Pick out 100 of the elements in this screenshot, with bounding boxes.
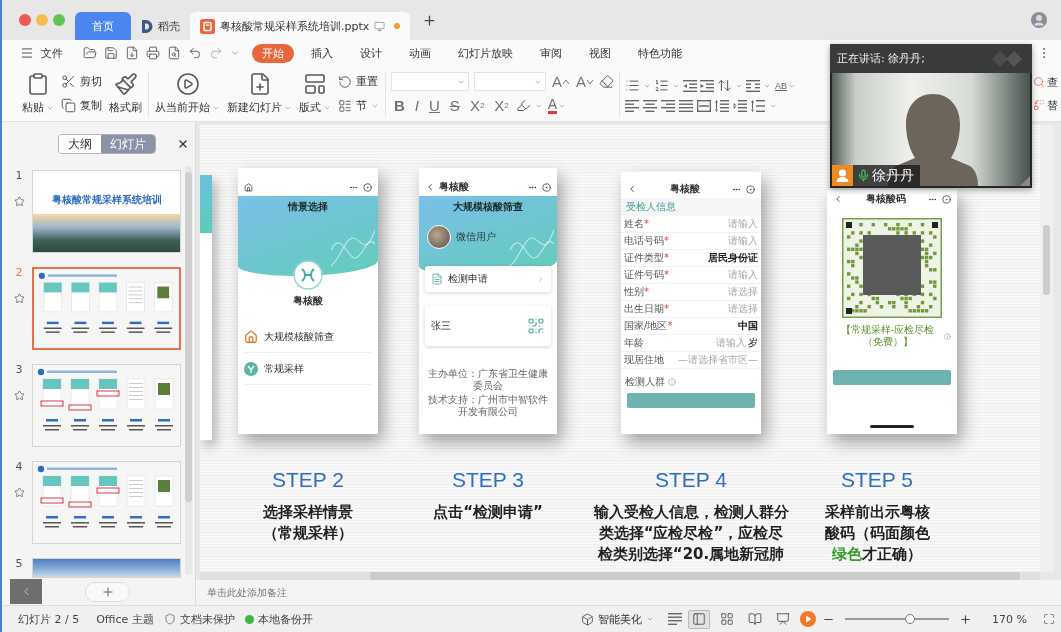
backup-status[interactable]: 本地备份开 [257,611,313,627]
person-card[interactable]: 张三 [425,306,551,346]
printer-icon[interactable] [146,46,160,60]
eraser-icon[interactable] [599,74,615,89]
font-size-field[interactable] [474,72,546,91]
shrink-font-button[interactable]: A [575,71,595,92]
column-layout-icon[interactable] [746,79,761,92]
file-search-icon[interactable] [167,46,181,60]
scene-option[interactable]: 常规采样 [244,353,372,385]
target-icon[interactable] [746,184,755,194]
footer-text: 技术支持：广州市中智软件开发有限公司 [427,394,549,418]
font-color-button[interactable]: A [546,95,568,116]
ribbon-tab[interactable]: 特色功能 [628,43,692,63]
undo-icon[interactable] [188,46,202,60]
vertical-scrollbar[interactable] [185,166,192,575]
user-name: 微信用户 [456,231,496,243]
home-tab[interactable]: 首页 [75,12,131,40]
line-height-icon[interactable] [751,99,766,112]
monitor-icon [374,20,386,32]
align-center-icon[interactable] [643,99,658,112]
find-button[interactable]: 查 [1033,74,1061,90]
decrease-indent-icon[interactable] [683,79,698,92]
target-icon[interactable] [542,182,551,192]
align-left-icon[interactable] [625,99,640,112]
target-icon[interactable] [942,194,951,204]
action-card[interactable]: 检测申请 [425,266,551,292]
play-icon[interactable] [800,611,817,627]
back-icon[interactable] [425,182,435,192]
file-download-icon[interactable] [125,46,139,60]
file-menu[interactable]: 文件 [20,45,63,61]
slide-thumbnail[interactable]: 粤核酸常规采样系统培训 [32,170,181,253]
strikethrough-button[interactable]: S [446,95,463,116]
ribbon-tab[interactable]: 动画 [399,43,441,63]
play-from-current-button[interactable]: 从当前开始 [154,72,221,115]
folder-icon[interactable] [83,46,97,60]
ribbon-tab[interactable]: 设计 [350,43,392,63]
section-button[interactable]: 节 [337,95,380,116]
close-icon[interactable] [177,138,189,150]
zoom-in-icon[interactable] [959,612,973,626]
replace-button[interactable]: 替 [1033,97,1061,113]
align-right-icon[interactable] [661,99,676,112]
highlighter-icon[interactable] [515,98,531,113]
back-icon[interactable] [833,194,843,204]
bullet-list-icon[interactable] [625,78,641,93]
bold-button[interactable]: B [391,95,408,116]
layout-button[interactable]: 版式 [298,72,332,115]
add-slide-button[interactable] [85,581,130,602]
numbered-list-icon[interactable] [654,78,670,93]
up-down-arrow-icon[interactable] [717,78,733,93]
vertical-scrollbar[interactable] [1040,125,1053,572]
distributed-icon[interactable] [697,99,712,112]
cut-button[interactable]: 剪切 [60,71,103,92]
zoom-slider-thumb[interactable] [904,614,915,624]
unit-label: 岁 [748,337,758,349]
document-tab[interactable]: 粤核酸常规采样系统培训.pptx [190,12,411,40]
user-avatar-icon[interactable] [1031,12,1047,28]
ribbon-tab[interactable]: 插入 [301,43,343,63]
video-call-window[interactable]: 正在讲话: 徐丹丹; 徐丹丹 [830,44,1032,188]
target-icon[interactable] [363,182,372,192]
notes-icon[interactable] [668,613,683,625]
reset-button[interactable]: 重置 [337,71,380,92]
grow-font-button[interactable]: A [551,71,570,92]
format-painter-button[interactable]: 格式刷 [108,72,143,115]
file-icon [200,18,215,34]
paste-button[interactable]: 粘贴 [21,72,55,115]
input-field[interactable]: 中国 [738,320,758,332]
copy-button[interactable]: 复制 [60,95,103,116]
resize-handle-icon[interactable] [1020,176,1030,186]
home-icon[interactable] [244,182,253,192]
superscript-button[interactable]: X$^{2}$ [466,95,488,116]
ribbon-tab[interactable]: 视图 [579,43,621,63]
font-name-field[interactable] [391,72,469,91]
slide-thumbnail[interactable] [32,461,181,544]
app-tab[interactable]: 稻壳 [135,12,186,40]
justify-icon[interactable] [679,99,694,112]
protection-status[interactable]: 文档未保护 [179,611,235,627]
slide-thumbnail[interactable] [32,558,181,578]
underline-button[interactable]: U [426,95,443,116]
text-direction-button[interactable]: AB [774,75,798,96]
ribbon-tab[interactable]: 审阅 [530,43,572,63]
save-icon[interactable] [104,46,118,60]
nav-title: 粤核酸 [439,181,470,193]
horizontal-scrollbar[interactable] [200,572,1040,580]
line-spacing-icon[interactable] [715,99,730,112]
window-close-button[interactable] [19,14,31,26]
ribbon-tab[interactable]: 幻灯片放映 [448,43,523,63]
scene-option[interactable]: 大规模核酸筛查 [244,321,372,353]
notes-placeholder[interactable]: 单击此处添加备注 [207,585,287,600]
slide-thumbnail[interactable] [32,364,181,447]
fit-window-icon[interactable] [1043,613,1055,625]
back-icon[interactable] [627,184,637,194]
new-tab-icon[interactable] [422,12,438,28]
italic-button[interactable]: I [411,95,422,116]
paragraph-spacing-icon[interactable] [733,99,748,112]
increase-indent-icon[interactable] [700,79,715,92]
normal-view-button[interactable] [688,609,711,629]
smart-beautify-button[interactable]: 智能美化 [581,611,655,627]
slide-thumbnail[interactable] [32,267,181,350]
input-field[interactable]: 居民身份证 [708,252,758,264]
new-slide-button[interactable]: 新建幻灯片 [226,72,293,115]
